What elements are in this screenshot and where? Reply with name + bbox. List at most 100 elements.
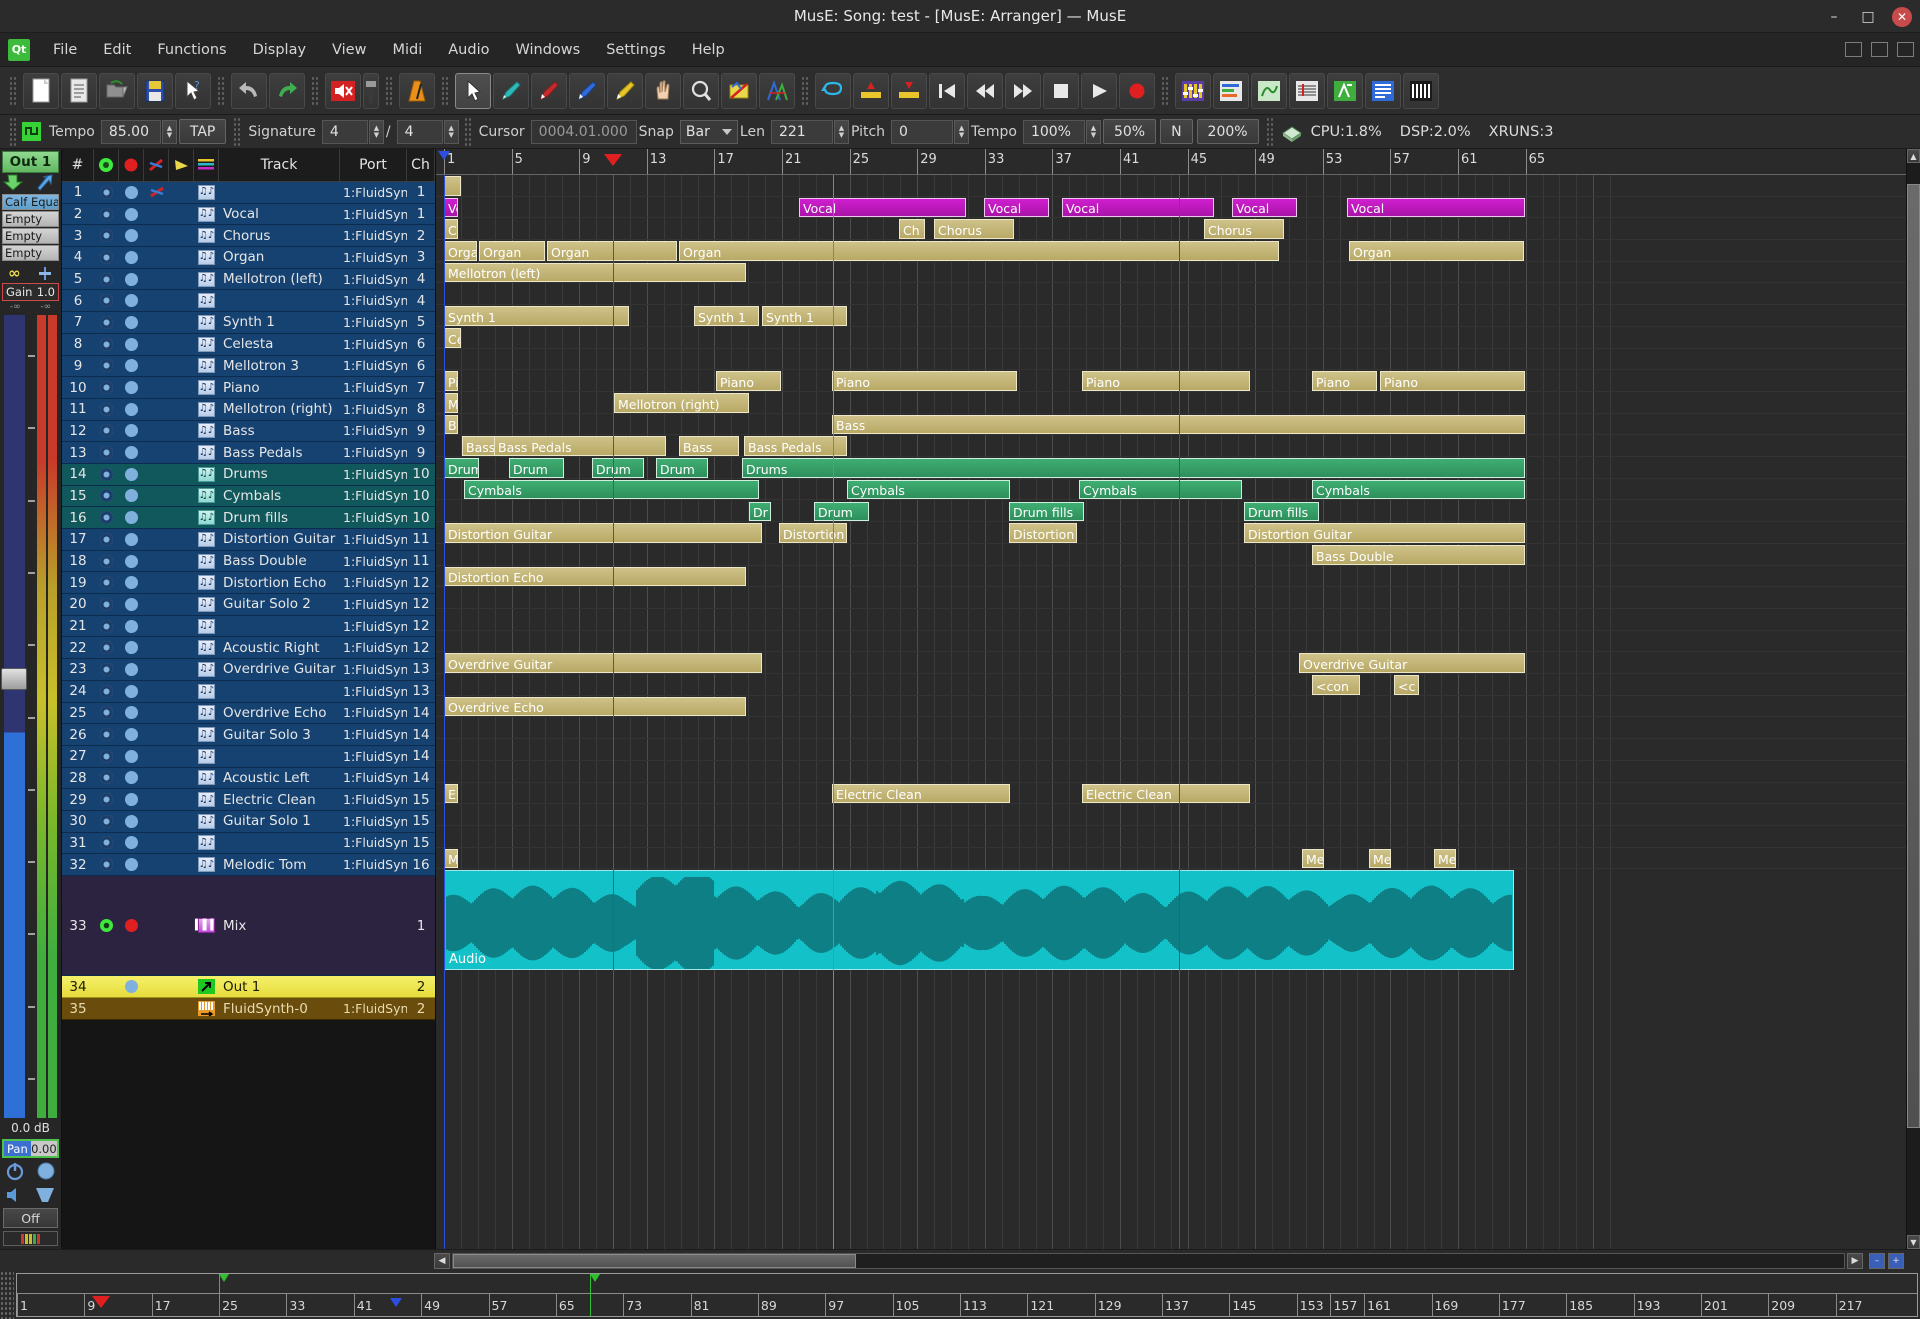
- arranger-clip[interactable]: Electric Clean: [832, 784, 1010, 804]
- toolbar-grip-transport[interactable]: [801, 76, 809, 106]
- track-record-arm-toggle[interactable]: [94, 833, 119, 854]
- track-mute-toggle[interactable]: [119, 399, 144, 420]
- arranger-clip[interactable]: Piano: [1312, 371, 1377, 391]
- track-mute-toggle[interactable]: [119, 290, 144, 311]
- track-off-toggle[interactable]: [169, 377, 194, 398]
- track-off-toggle[interactable]: [169, 811, 194, 832]
- mute-parts-tool-button[interactable]: [721, 73, 757, 109]
- track-solo-toggle[interactable]: [144, 637, 169, 658]
- track-channel[interactable]: 13: [407, 659, 435, 680]
- track-mute-toggle[interactable]: [119, 789, 144, 810]
- track-solo-toggle[interactable]: [144, 225, 169, 246]
- arranger-clip[interactable]: Organ: [679, 241, 1279, 261]
- track-record-arm-toggle[interactable]: [94, 854, 119, 875]
- cpu-chip-icon[interactable]: [1279, 120, 1305, 144]
- arranger-clip[interactable]: Drum: [814, 502, 869, 522]
- track-lane[interactable]: [436, 284, 1906, 306]
- drum-editor-button[interactable]: [1327, 73, 1363, 109]
- track-row[interactable]: 5♫♪Mellotron (left)1:FluidSyn4: [62, 269, 435, 291]
- track-record-arm-toggle[interactable]: [94, 312, 119, 333]
- pianoroll-button[interactable]: [1251, 73, 1287, 109]
- track-mute-toggle[interactable]: [119, 811, 144, 832]
- track-mute-toggle[interactable]: [119, 572, 144, 593]
- stereo-link-icon[interactable]: ∞: [8, 264, 21, 282]
- track-port[interactable]: 1:FluidSyn: [340, 789, 407, 810]
- track-row-audio[interactable]: 33▍▌▍Mix1: [62, 876, 435, 976]
- score-button[interactable]: [1289, 73, 1325, 109]
- track-row[interactable]: 15♫♪Cymbals1:FluidSyn10: [62, 486, 435, 508]
- track-channel[interactable]: 15: [407, 811, 435, 832]
- track-row[interactable]: 6♫♪1:FluidSyn4: [62, 290, 435, 312]
- track-solo-toggle[interactable]: [144, 572, 169, 593]
- track-solo-toggle[interactable]: [144, 681, 169, 702]
- arranger-clip[interactable]: Vo: [444, 198, 458, 218]
- track-channel[interactable]: 9: [407, 442, 435, 463]
- track-solo-toggle[interactable]: [144, 976, 169, 997]
- track-port[interactable]: 1:FluidSyn: [340, 247, 407, 268]
- len-field[interactable]: 221: [771, 120, 833, 144]
- arranger-clip[interactable]: Overdrive Guitar: [444, 653, 762, 673]
- track-off-toggle[interactable]: [169, 572, 194, 593]
- arranger-clip[interactable]: Me: [1302, 849, 1324, 869]
- track-name[interactable]: Vocal: [219, 204, 340, 225]
- hscroll-track[interactable]: [452, 1253, 1845, 1269]
- track-channel[interactable]: 13: [407, 681, 435, 702]
- track-solo-toggle[interactable]: [144, 247, 169, 268]
- loop-end-line[interactable]: [1179, 175, 1180, 1249]
- track-off-toggle[interactable]: [169, 269, 194, 290]
- menu-display[interactable]: Display: [240, 37, 319, 63]
- arranger-clip[interactable]: Ele: [444, 784, 458, 804]
- tempo-scale-spinner[interactable]: ▲▼: [1086, 120, 1101, 144]
- track-mute-toggle[interactable]: [119, 486, 144, 507]
- track-record-arm-toggle[interactable]: [94, 182, 119, 203]
- arranger-clip[interactable]: Bass: [679, 436, 739, 456]
- overview-loop-end-icon[interactable]: [590, 1274, 600, 1282]
- arranger-clip[interactable]: Synth 1: [444, 306, 629, 326]
- record-button[interactable]: [1119, 73, 1155, 109]
- arranger-clip[interactable]: Ch: [899, 219, 925, 239]
- track-name[interactable]: [219, 746, 340, 767]
- track-lane[interactable]: [436, 761, 1906, 783]
- parambar-grip-tempo[interactable]: [9, 117, 17, 147]
- timeline-ruler[interactable]: 1591317212529333741454953576165: [436, 149, 1906, 175]
- track-row[interactable]: 23♫♪Overdrive Guitar1:FluidSyn13: [62, 659, 435, 681]
- arranger-clip[interactable]: Ch: [444, 219, 458, 239]
- track-off-toggle[interactable]: [169, 746, 194, 767]
- track-row[interactable]: 18♫♪Bass Double1:FluidSyn11: [62, 551, 435, 573]
- arranger-clip[interactable]: <con: [1312, 675, 1360, 695]
- minimize-button[interactable]: –: [1824, 7, 1844, 27]
- track-off-toggle[interactable]: [169, 247, 194, 268]
- track-name[interactable]: Mellotron (right): [219, 399, 340, 420]
- track-channel[interactable]: 15: [407, 833, 435, 854]
- track-row[interactable]: 16♫♪Drum fills1:FluidSyn10: [62, 507, 435, 529]
- toolbar-grip-tools[interactable]: [441, 76, 449, 106]
- track-lane[interactable]: [436, 739, 1906, 761]
- track-channel[interactable]: 11: [407, 529, 435, 550]
- arranger-clip[interactable]: Vocal: [984, 198, 1049, 218]
- track-port[interactable]: 1:FluidSyn: [340, 594, 407, 615]
- zoom-in-button[interactable]: +: [1888, 1253, 1904, 1269]
- overview-locator-icon[interactable]: [390, 1298, 402, 1307]
- track-record-arm-toggle[interactable]: [94, 976, 119, 997]
- left-locator-marker-icon[interactable]: [438, 151, 450, 160]
- overview-grip[interactable]: [0, 1271, 14, 1319]
- track-off-toggle[interactable]: [169, 334, 194, 355]
- track-mute-toggle[interactable]: [119, 659, 144, 680]
- track-off-toggle[interactable]: [169, 399, 194, 420]
- arranger-clip[interactable]: Me: [1369, 849, 1391, 869]
- arranger-clip[interactable]: Me: [1434, 849, 1456, 869]
- track-off-toggle[interactable]: [169, 507, 194, 528]
- track-mute-toggle[interactable]: [119, 225, 144, 246]
- track-name[interactable]: Melodic Tom: [219, 854, 340, 875]
- track-solo-toggle[interactable]: [144, 312, 169, 333]
- track-name[interactable]: Mellotron 3: [219, 356, 340, 377]
- track-channel[interactable]: 3: [407, 247, 435, 268]
- track-name[interactable]: Guitar Solo 3: [219, 724, 340, 745]
- overview-ruler[interactable]: 1917253341495765738189971051131211291371…: [16, 1273, 1918, 1317]
- track-off-toggle[interactable]: [169, 703, 194, 724]
- track-off-toggle[interactable]: [169, 724, 194, 745]
- playhead-line[interactable]: [613, 175, 614, 1249]
- rewind-button[interactable]: [967, 73, 1003, 109]
- menu-functions[interactable]: Functions: [144, 37, 239, 63]
- track-off-toggle[interactable]: [169, 616, 194, 637]
